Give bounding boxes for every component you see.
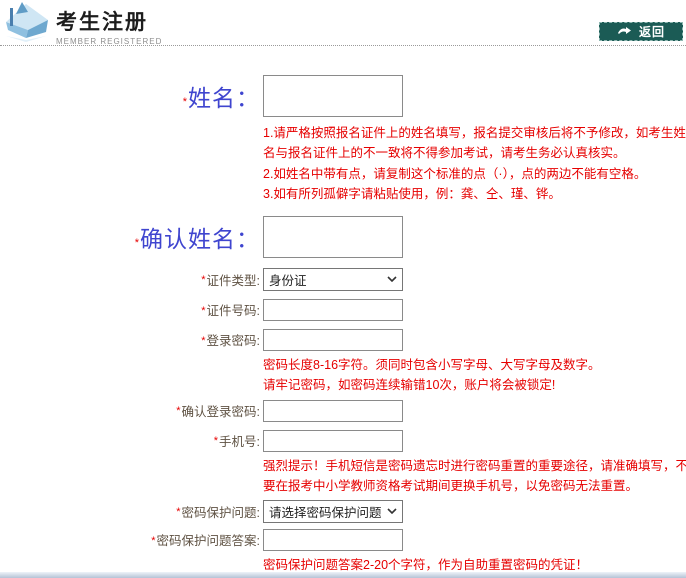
registration-page: 考生注册 MEMBER REGISTERED 返回 *姓名： 1.请严格按照报名… (0, 0, 686, 578)
register-icon (2, 0, 52, 49)
id-type-row: *证件类型: 身份证 (0, 268, 686, 291)
required-asterisk: * (151, 534, 156, 547)
back-arrow-icon (617, 23, 632, 41)
id-type-label: 证件类型: (206, 273, 260, 288)
chevron-down-icon (387, 506, 397, 517)
confirm-password-row: *确认登录密码: (0, 399, 686, 422)
required-asterisk: * (201, 304, 206, 317)
name-help-line2: 2.如姓名中带有点，请复制这个标准的点（·），点的两边不能有空格。 (263, 166, 647, 181)
phone-row: *手机号: (0, 429, 686, 452)
name-help-line3: 3.如有所列孤僻字请粘贴使用，例：龚、仝、瑾、铧。 (263, 186, 561, 201)
id-type-select[interactable]: 身份证 (263, 268, 403, 291)
bottom-divider (0, 572, 686, 578)
phone-label: 手机号: (219, 434, 260, 449)
password-input[interactable] (263, 329, 403, 351)
page-title: 考生注册 (56, 11, 148, 34)
name-help: 1.请严格按照报名证件上的姓名填写，报名提交审核后将不予修改，如考生姓名与报名证… (263, 123, 686, 204)
name-input[interactable] (263, 75, 403, 117)
password-row: *登录密码: (0, 329, 686, 351)
security-question-select[interactable]: 请选择密码保护问题 (263, 500, 403, 523)
id-number-row: *证件号码: (0, 299, 686, 321)
password-help: 密码长度8-16字符。须同时包含小写字母、大写字母及数字。 请牢记密码，如密码连… (263, 355, 686, 396)
back-button[interactable]: 返回 (599, 22, 683, 41)
name-label: 姓名： (188, 85, 260, 111)
required-asterisk: * (213, 435, 219, 448)
required-asterisk: * (176, 506, 181, 519)
id-number-input[interactable] (263, 299, 403, 321)
security-question-row: *密码保护问题: 请选择密码保护问题 (0, 500, 686, 523)
password-help-line2: 请牢记密码，如密码连续输错10次，账户将会被锁定! (263, 378, 556, 393)
required-asterisk: * (201, 334, 206, 347)
name-help-line1: 1.请严格按照报名证件上的姓名填写，报名提交审核后将不予修改，如考生姓名与报名证… (263, 126, 686, 161)
security-question-selected-value: 请选择密码保护问题 (269, 506, 382, 520)
password-label: 登录密码: (206, 334, 260, 348)
confirm-password-input[interactable] (263, 399, 403, 422)
security-question-label: 密码保护问题: (181, 505, 260, 520)
confirm-name-input[interactable] (263, 216, 403, 258)
registration-form: *姓名： 1.请严格按照报名证件上的姓名填写，报名提交审核后将不予修改，如考生姓… (0, 46, 686, 578)
back-button-label: 返回 (638, 25, 665, 39)
page-header: 考生注册 MEMBER REGISTERED 返回 (0, 0, 686, 46)
security-answer-input[interactable] (263, 529, 403, 551)
confirm-password-label: 确认登录密码: (181, 404, 260, 419)
confirm-name-row: *确认姓名： (0, 216, 686, 258)
security-answer-row: *密码保护问题答案: (0, 529, 686, 551)
password-help-line1: 密码长度8-16字符。须同时包含小写字母、大写字母及数字。 (263, 358, 601, 372)
required-asterisk: * (134, 236, 139, 249)
chevron-down-icon (387, 274, 397, 285)
required-asterisk: * (182, 95, 187, 108)
phone-help: 强烈提示！手机短信是密码遗忘时进行密码重置的重要途径，请准确填写，不要在报考中小… (263, 458, 686, 493)
id-type-selected-value: 身份证 (269, 274, 307, 288)
page-subtitle: MEMBER REGISTERED (56, 37, 163, 46)
confirm-name-label: 确认姓名： (140, 226, 260, 252)
page-title-block: 考生注册 MEMBER REGISTERED (56, 6, 162, 46)
name-row: *姓名： (0, 75, 686, 117)
phone-input[interactable] (263, 429, 403, 452)
security-answer-label: 密码保护问题答案: (156, 534, 260, 548)
required-asterisk: * (201, 274, 206, 287)
required-asterisk: * (176, 405, 181, 418)
id-number-label: 证件号码: (206, 304, 260, 318)
